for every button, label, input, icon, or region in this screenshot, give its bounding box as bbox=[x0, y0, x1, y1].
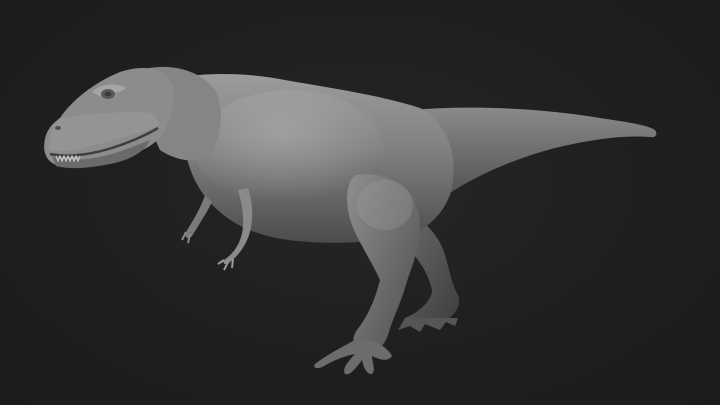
sculpt-viewport[interactable] bbox=[0, 0, 720, 405]
dinosaur-sculpt-render bbox=[44, 66, 657, 375]
head bbox=[44, 68, 175, 169]
